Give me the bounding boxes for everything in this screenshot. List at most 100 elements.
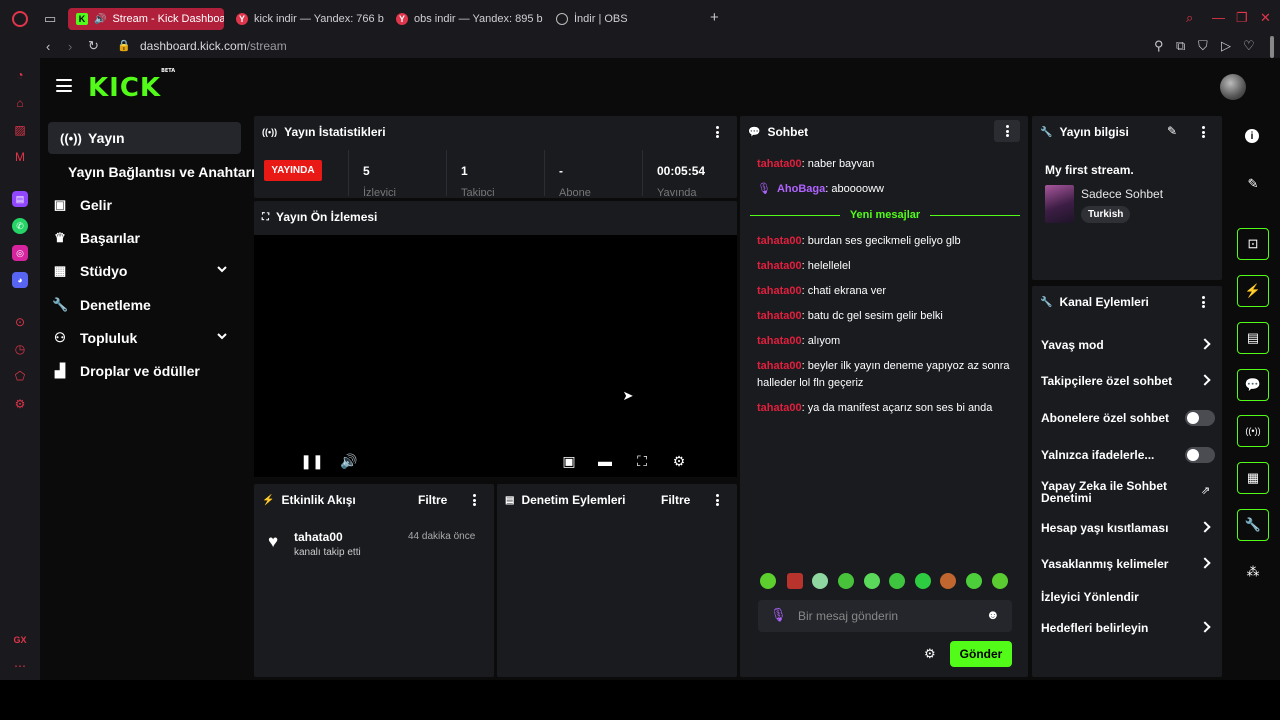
edit-icon[interactable]: ✎: [1245, 176, 1261, 192]
microphone-icon[interactable]: 🎙: [770, 607, 787, 623]
channel-action-banned-words[interactable]: Yasaklanmış kelimeler: [1041, 558, 1216, 570]
emoji-icon[interactable]: ☻: [986, 607, 1000, 622]
emote-icon[interactable]: [787, 573, 803, 589]
emote-icon[interactable]: [864, 573, 880, 589]
chat-settings-icon[interactable]: ⚙: [924, 646, 936, 662]
subscribers-only-toggle[interactable]: [1185, 410, 1215, 426]
fullscreen-icon[interactable]: ⛶: [634, 453, 650, 469]
shield-icon[interactable]: ⛉: [1198, 39, 1208, 53]
sidebar-item-denetleme[interactable]: 🔧 Denetleme: [40, 289, 233, 321]
reload-icon[interactable]: ↻: [88, 39, 99, 53]
emote-icon[interactable]: [760, 573, 776, 589]
more-options-icon[interactable]: [1201, 126, 1205, 138]
more-options-button[interactable]: [994, 120, 1020, 142]
discord-icon[interactable]: ◕: [12, 272, 28, 288]
whatsapp-icon[interactable]: ✆: [12, 218, 28, 234]
rail-moderation-button[interactable]: ▦: [1237, 462, 1269, 494]
play-icon[interactable]: ▷: [1221, 39, 1231, 53]
sidebar-item-yayin[interactable]: ((•)) Yayın: [48, 122, 241, 154]
extensions-icon[interactable]: ⬠: [12, 368, 28, 384]
minimize-icon[interactable]: —: [1212, 11, 1225, 25]
emote-icon[interactable]: [889, 573, 905, 589]
emote-icon[interactable]: [915, 573, 931, 589]
maximize-icon[interactable]: ❐: [1236, 11, 1248, 25]
sidebar-item-droplar[interactable]: ▟ Droplar ve ödüller: [40, 355, 233, 387]
emote-icon[interactable]: [838, 573, 854, 589]
chevron-down-icon[interactable]: [217, 331, 227, 341]
rail-document-button[interactable]: ▤: [1237, 322, 1269, 354]
event-user[interactable]: tahata00: [294, 530, 343, 544]
channel-action-ai-moderation[interactable]: Yapay Zeka ile Sohbet Denetimi: [1041, 480, 1181, 504]
channel-action-raid[interactable]: İzleyici Yönlendir: [1041, 591, 1216, 603]
picture-in-picture-icon[interactable]: ▣: [561, 453, 577, 469]
tab-kick-dashboard[interactable]: K 🔊 Stream - Kick Dashboard: [68, 8, 224, 30]
forward-icon[interactable]: ›: [68, 40, 72, 54]
close-window-icon[interactable]: ✕: [1260, 11, 1271, 25]
gx-mail-icon[interactable]: M: [12, 149, 28, 165]
filter-button[interactable]: Filtre: [418, 493, 447, 507]
kick-logo[interactable]: KICKBETA: [88, 68, 175, 103]
twitch-icon[interactable]: ▤: [12, 191, 28, 207]
video-player[interactable]: [254, 235, 737, 477]
more-options-icon[interactable]: [715, 126, 719, 138]
back-icon[interactable]: ‹: [46, 40, 50, 54]
pin-icon[interactable]: ⚲: [1154, 39, 1164, 53]
sidebar-item-gelir[interactable]: ▣ Gelir: [40, 189, 233, 221]
gx-corner-icon[interactable]: ◔: [12, 67, 28, 83]
scrollbar-handle[interactable]: [1270, 36, 1274, 58]
filter-button[interactable]: Filtre: [661, 493, 690, 507]
history-icon[interactable]: ◷: [12, 341, 28, 357]
share-icon[interactable]: ⁂: [1245, 564, 1261, 580]
settings-icon[interactable]: ⚙: [671, 453, 687, 469]
edit-icon[interactable]: ✎: [1167, 124, 1177, 138]
sidebar-item-basarilar[interactable]: ♛ Başarılar: [40, 222, 233, 254]
rail-wrench-button[interactable]: 🔧: [1237, 509, 1269, 541]
avatar[interactable]: [1220, 74, 1246, 100]
send-button[interactable]: Gönder: [950, 641, 1012, 667]
emotes-only-toggle[interactable]: [1185, 447, 1215, 463]
tab-obs-indir[interactable]: Y obs indir — Yandex: 895 b: [388, 8, 546, 30]
tab-kick-indir[interactable]: Y kick indir — Yandex: 766 b: [228, 8, 386, 30]
twitch-shop-icon[interactable]: ▨: [12, 122, 28, 138]
volume-icon[interactable]: 🔊: [340, 453, 357, 469]
channel-action-followers-only[interactable]: Takipçilere özel sohbet: [1041, 375, 1216, 387]
emote-icon[interactable]: [992, 573, 1008, 589]
more-options-icon[interactable]: [472, 494, 476, 506]
new-tab-icon[interactable]: +: [710, 10, 719, 25]
rail-chat-button[interactable]: 💬: [1237, 369, 1269, 401]
screenshot-icon[interactable]: ⧉: [1176, 39, 1185, 53]
rail-broadcast-button[interactable]: ((•)): [1237, 415, 1269, 447]
rail-camera-button[interactable]: ⊡: [1237, 228, 1269, 260]
player-icon[interactable]: ⊙: [12, 314, 28, 330]
tab-workspace-icon[interactable]: ▭: [44, 12, 56, 26]
heart-icon[interactable]: ♡: [1243, 39, 1255, 53]
more-options-icon[interactable]: [715, 494, 719, 506]
store-icon[interactable]: ⌂: [12, 95, 28, 111]
chat-message-input[interactable]: 🎙 Bir mesaj gönderin ☻: [758, 600, 1012, 632]
menu-icon[interactable]: [56, 79, 72, 92]
search-tabs-icon[interactable]: ⌕: [1186, 11, 1193, 25]
theater-mode-icon[interactable]: ▬: [597, 453, 613, 469]
more-icon[interactable]: ⋯: [12, 658, 28, 674]
sidebar-item-stream-key[interactable]: Yayın Bağlantısı ve Anahtarı: [68, 164, 255, 180]
sidebar-item-topluluk[interactable]: ⚇ Topluluk: [40, 322, 233, 354]
opera-logo-icon[interactable]: [12, 11, 28, 27]
emote-icon[interactable]: [966, 573, 982, 589]
pause-icon[interactable]: ❚❚: [300, 453, 323, 469]
tab-obs-download[interactable]: İndir | OBS: [548, 8, 698, 30]
sidebar-item-studyo[interactable]: ▦ Stüdyo: [40, 255, 233, 287]
url-text[interactable]: dashboard.kick.com/stream: [140, 39, 287, 53]
rail-lightning-button[interactable]: ⚡: [1237, 275, 1269, 307]
external-link-icon[interactable]: ⇗: [1201, 484, 1210, 497]
channel-action-account-age[interactable]: Hesap yaşı kısıtlaması: [1041, 522, 1216, 534]
settings-icon[interactable]: ⚙: [12, 396, 28, 412]
emote-icon[interactable]: [940, 573, 956, 589]
channel-action-goals[interactable]: Hedefleri belirleyin: [1041, 622, 1216, 634]
chevron-down-icon[interactable]: [217, 264, 227, 274]
more-options-icon[interactable]: [1201, 296, 1205, 308]
category-name[interactable]: Sadece Sohbet: [1081, 187, 1163, 201]
channel-action-slow-mode[interactable]: Yavaş mod: [1041, 339, 1216, 351]
info-icon[interactable]: i: [1245, 129, 1259, 143]
instagram-icon[interactable]: ◎: [12, 245, 28, 261]
emote-icon[interactable]: [812, 573, 828, 589]
